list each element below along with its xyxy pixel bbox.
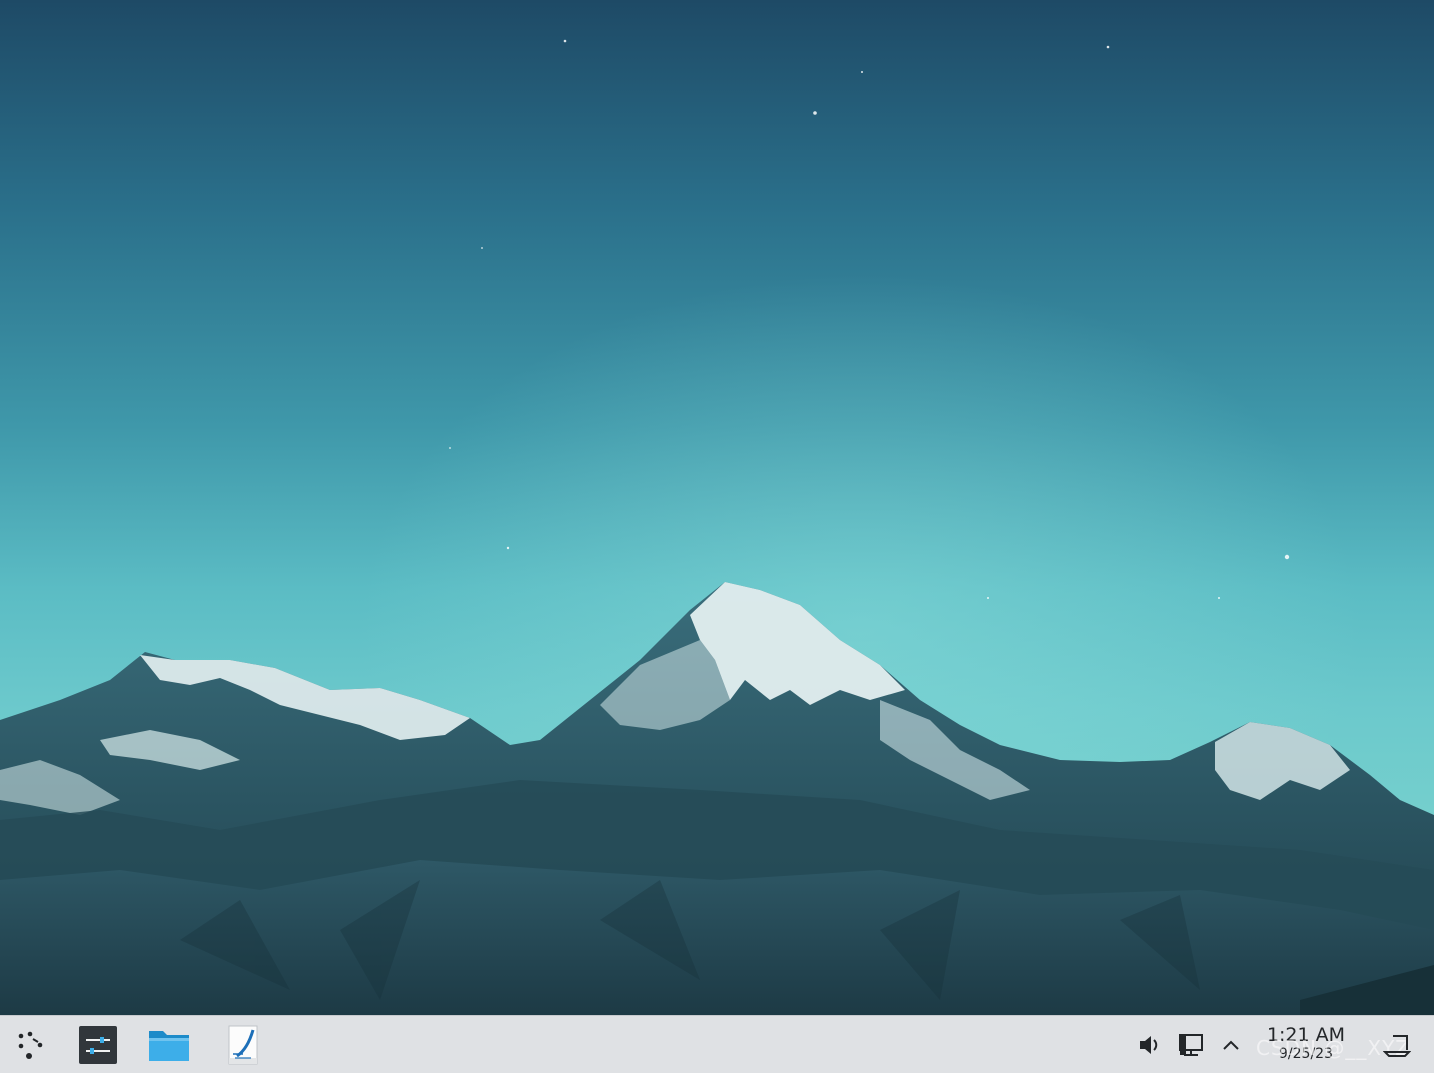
kde-launcher-icon <box>18 1031 43 1059</box>
network-button[interactable] <box>1177 1030 1207 1060</box>
show-desktop-button[interactable] <box>1382 1030 1412 1060</box>
digital-clock[interactable]: 1:21 AM 9/25/23 <box>1256 1024 1356 1068</box>
network-icon <box>1179 1034 1203 1056</box>
taskbar: 1:21 AM 9/25/23 CSDN @__XYZ <box>0 1015 1434 1073</box>
show-hidden-icons-button[interactable] <box>1216 1030 1246 1060</box>
file-manager-button[interactable] <box>146 1022 192 1068</box>
show-desktop-icon <box>1383 1035 1411 1057</box>
settings-sliders-icon <box>79 1026 117 1064</box>
text-editor-button[interactable] <box>220 1022 266 1068</box>
clock-time: 1:21 AM <box>1266 1024 1346 1046</box>
speaker-icon <box>1140 1036 1158 1054</box>
desktop[interactable] <box>0 0 1434 1015</box>
mountain-wallpaper <box>0 0 1434 1015</box>
folder-icon <box>149 1031 189 1061</box>
clock-date: 9/25/23 <box>1279 1046 1333 1062</box>
chevron-up-icon <box>1223 1040 1239 1050</box>
system-settings-button[interactable] <box>75 1022 121 1068</box>
text-editor-pen-icon <box>228 1025 258 1065</box>
application-launcher-button[interactable] <box>7 1022 53 1068</box>
volume-button[interactable] <box>1134 1030 1164 1060</box>
